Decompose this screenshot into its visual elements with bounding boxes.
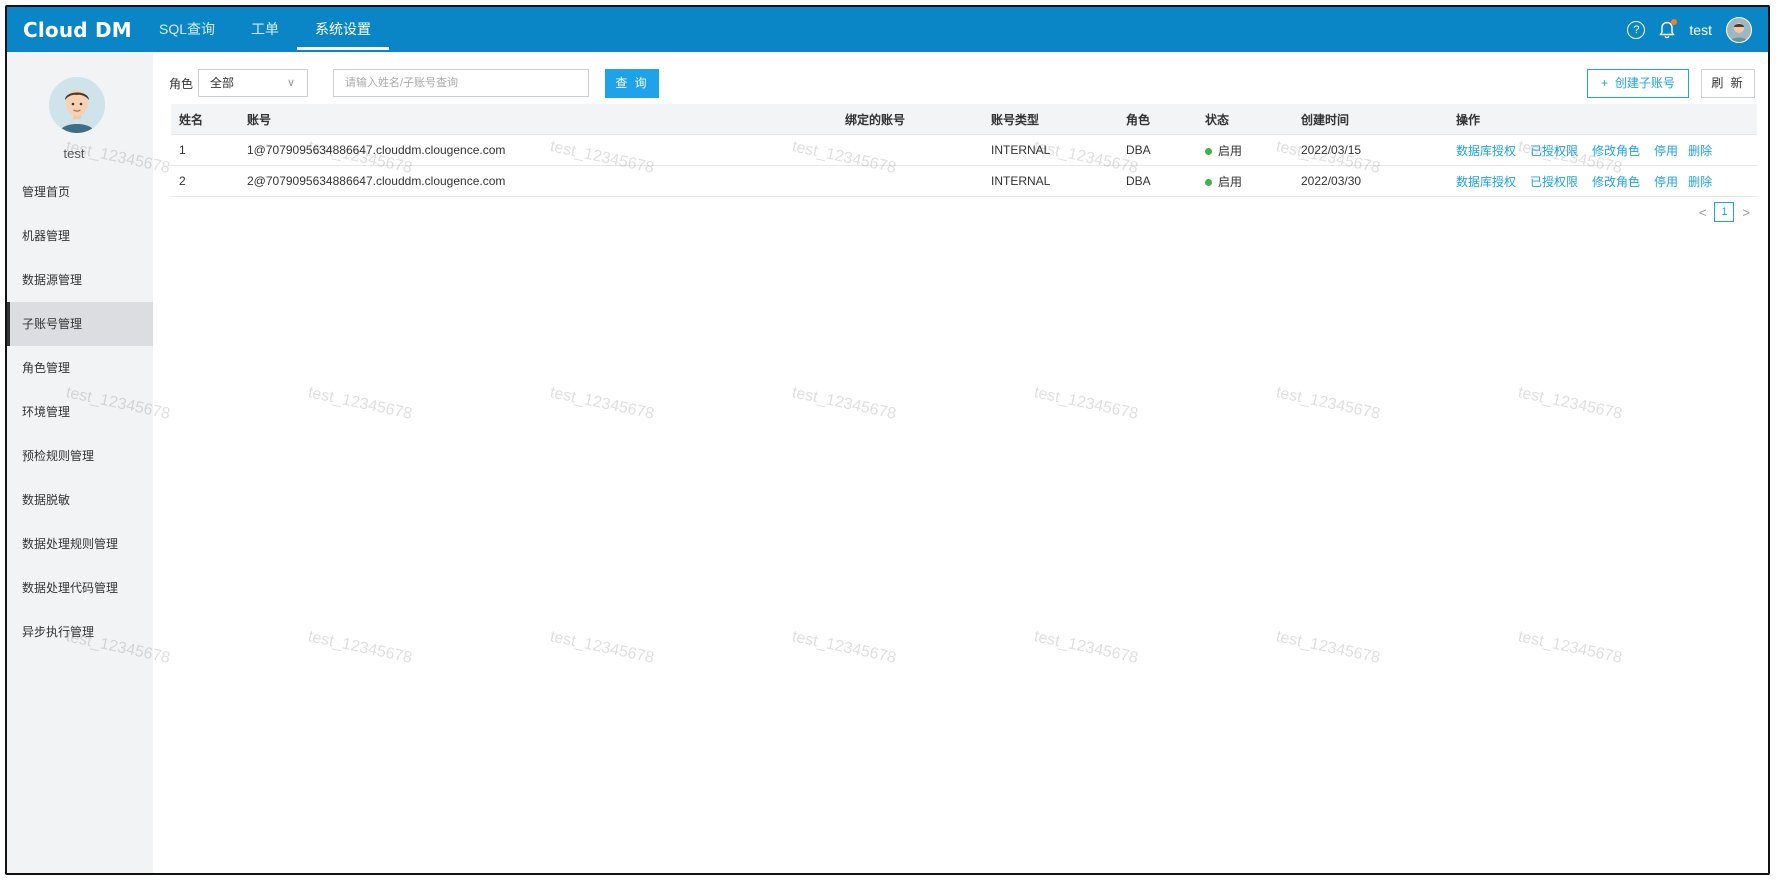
op-granted-permissions[interactable]: 已授权限: [1530, 175, 1578, 189]
role-filter-label: 角色: [169, 77, 194, 91]
sidebar-item-datasources[interactable]: 数据源管理: [7, 258, 153, 302]
bell-icon[interactable]: [1659, 18, 1678, 39]
op-granted-permissions[interactable]: 已授权限: [1530, 144, 1578, 158]
cell-account-type: INTERNAL: [991, 165, 1126, 197]
plus-icon: +: [1601, 76, 1615, 90]
table-row: 2 2@7079095634886647.clouddm.clougence.c…: [171, 165, 1757, 197]
top-navbar: Cloud DM SQL查询 工单 系统设置 ? test: [7, 7, 1768, 52]
op-db-authorize[interactable]: 数据库授权: [1456, 144, 1516, 158]
cell-bound-account: [845, 165, 991, 197]
subaccount-table: 姓名 账号 绑定的账号 账号类型 角色 状态 创建时间 操作 1 1@70790…: [171, 104, 1757, 197]
nav-sql-query[interactable]: SQL查询: [141, 7, 233, 52]
cell-operations: 数据库授权 已授权限 修改角色 停用 删除: [1456, 165, 1757, 197]
cell-status: 启用: [1205, 165, 1301, 197]
col-account: 账号: [247, 104, 845, 135]
status-dot-icon: [1205, 147, 1212, 155]
cell-bound-account: [845, 134, 991, 166]
col-name: 姓名: [171, 104, 247, 135]
cell-operations: 数据库授权 已授权限 修改角色 停用 删除: [1456, 134, 1757, 166]
cell-role: DBA: [1126, 165, 1205, 197]
profile-avatar: [49, 77, 105, 133]
sidebar-item-subaccounts[interactable]: 子账号管理: [7, 302, 153, 346]
op-delete[interactable]: 删除: [1688, 144, 1712, 158]
page-button-current[interactable]: 1: [1714, 202, 1735, 222]
cell-account: 2@7079095634886647.clouddm.clougence.com: [247, 165, 845, 197]
pagination: < 1 >: [1699, 202, 1750, 222]
op-modify-role[interactable]: 修改角色: [1592, 175, 1640, 189]
op-disable[interactable]: 停用: [1654, 144, 1678, 158]
profile-card: test: [7, 52, 153, 170]
col-created: 创建时间: [1301, 104, 1456, 135]
sidebar-item-processing-code[interactable]: 数据处理代码管理: [7, 566, 153, 610]
sidebar-item-environments[interactable]: 环境管理: [7, 390, 153, 434]
main-content: 角色 全部 ∨ 查 询 + 创建子账号 刷 新 姓名 账号 绑定的账号 账号类型…: [153, 52, 1768, 873]
sidebar-item-precheck-rules[interactable]: 预检规则管理: [7, 434, 153, 478]
col-status: 状态: [1205, 104, 1301, 135]
col-bound-account: 绑定的账号: [845, 104, 991, 135]
header-right: ? test: [1627, 16, 1752, 43]
create-subaccount-button[interactable]: + 创建子账号: [1587, 69, 1689, 98]
sidebar-item-async-exec[interactable]: 异步执行管理: [7, 610, 153, 654]
status-text: 启用: [1218, 143, 1243, 158]
sidebar: test 管理首页 机器管理 数据源管理 子账号管理 角色管理 环境管理 预检规…: [7, 52, 153, 873]
question-circle-icon[interactable]: ?: [1627, 20, 1646, 39]
cell-status: 启用: [1205, 134, 1301, 166]
app-logo[interactable]: Cloud DM: [23, 18, 141, 42]
sidebar-item-processing-rules[interactable]: 数据处理规则管理: [7, 522, 153, 566]
user-avatar[interactable]: [1726, 16, 1752, 43]
sidebar-item-data-masking[interactable]: 数据脱敏: [7, 478, 153, 522]
table-header-row: 姓名 账号 绑定的账号 账号类型 角色 状态 创建时间 操作: [171, 104, 1757, 135]
query-button[interactable]: 查 询: [605, 69, 659, 98]
sidebar-item-machines[interactable]: 机器管理: [7, 214, 153, 258]
nav-system-settings[interactable]: 系统设置: [297, 7, 390, 52]
refresh-button[interactable]: 刷 新: [1701, 69, 1755, 98]
cell-account: 1@7079095634886647.clouddm.clougence.com: [247, 134, 845, 166]
create-subaccount-label: 创建子账号: [1614, 76, 1675, 90]
col-operations: 操作: [1456, 104, 1757, 135]
cell-role: DBA: [1126, 134, 1205, 166]
table-row: 1 1@7079095634886647.clouddm.clougence.c…: [171, 134, 1757, 166]
sidebar-item-home[interactable]: 管理首页: [7, 170, 153, 214]
op-disable[interactable]: 停用: [1654, 175, 1678, 189]
cell-name: 1: [171, 134, 247, 166]
sidebar-item-roles[interactable]: 角色管理: [7, 346, 153, 390]
cell-created: 2022/03/15: [1301, 134, 1456, 166]
profile-name: test: [63, 146, 85, 161]
cell-account-type: INTERNAL: [991, 134, 1126, 166]
header-username[interactable]: test: [1689, 22, 1712, 38]
cell-created: 2022/03/30: [1301, 165, 1456, 197]
op-db-authorize[interactable]: 数据库授权: [1456, 175, 1516, 189]
notification-dot: [1671, 18, 1678, 25]
app-window: Cloud DM SQL查询 工单 系统设置 ? test test 管理首页 …: [5, 5, 1770, 875]
next-page-icon[interactable]: >: [1742, 205, 1750, 220]
op-delete[interactable]: 删除: [1688, 175, 1712, 189]
col-role: 角色: [1126, 104, 1205, 135]
status-text: 启用: [1218, 174, 1243, 189]
nav-work-order[interactable]: 工单: [233, 7, 297, 52]
cell-name: 2: [171, 165, 247, 197]
status-dot-icon: [1205, 178, 1212, 186]
col-account-type: 账号类型: [991, 104, 1126, 135]
chevron-down-icon: ∨: [286, 77, 295, 89]
op-modify-role[interactable]: 修改角色: [1592, 144, 1640, 158]
prev-page-icon[interactable]: <: [1699, 205, 1707, 220]
role-select-value: 全部: [210, 76, 235, 90]
search-input[interactable]: [333, 69, 589, 97]
role-select[interactable]: 全部 ∨: [198, 69, 308, 97]
